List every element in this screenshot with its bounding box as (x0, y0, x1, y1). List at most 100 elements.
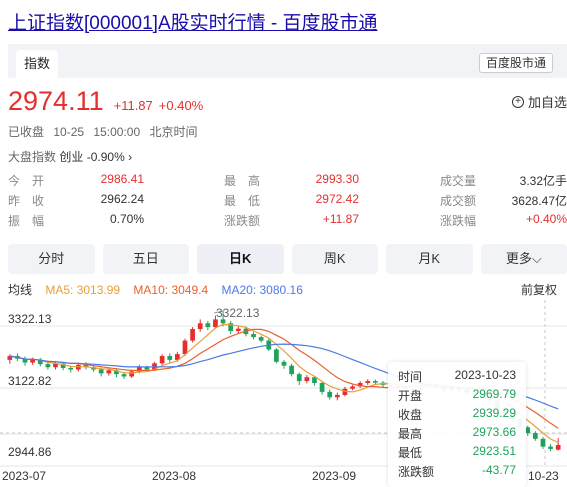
stat-label: 涨跌幅 (440, 214, 477, 228)
tooltip-label: 最低 (398, 446, 423, 460)
candle-body (182, 340, 188, 355)
candle-body (106, 370, 112, 374)
period-tabs: 分时 五日 日K 周K 月K 更多⌵ (8, 244, 567, 274)
current-price: 2974.11 (8, 86, 104, 116)
tooltip-row: 收盘 2939.29 (398, 406, 516, 425)
candle-body (190, 329, 195, 341)
candle-body (555, 445, 561, 450)
tooltip-label: 时间 (398, 370, 423, 384)
status-zone: 北京时间 (149, 125, 198, 139)
tooltip-label: 收盘 (398, 408, 423, 422)
market-status: 已收盘 10-25 15:00:00 北京时间 (8, 123, 203, 140)
stat-change: +11.87 (322, 212, 359, 226)
candle-body (258, 337, 264, 341)
candle-body (98, 369, 104, 374)
market-name: 创业 (59, 150, 84, 164)
candle-body (159, 356, 165, 364)
candle-body (129, 371, 135, 377)
tab-index[interactable]: 指数 (16, 50, 59, 78)
stat-label: 最 低 (224, 194, 261, 208)
y-tick-label: 2944.86 (8, 445, 52, 459)
ma-label: 均线 (8, 283, 33, 297)
candle-body (540, 438, 546, 447)
candle-body (365, 381, 371, 383)
candle-body (334, 394, 340, 398)
add-watchlist-label: 加自选 (527, 95, 567, 110)
tab-daily-k[interactable]: 日K (197, 244, 284, 274)
candle-body (68, 367, 74, 370)
candle-body (327, 391, 333, 398)
status-state: 已收盘 (8, 125, 45, 139)
stat-label: 最 高 (224, 174, 261, 188)
candle-body (167, 356, 173, 360)
stat-high: 2993.30 (315, 172, 359, 186)
candle-body (197, 323, 203, 330)
x-tick-label: 2023-08 (152, 469, 196, 483)
chevron-right-icon: › (128, 150, 133, 164)
market-index-line[interactable]: 大盘指数 创业 -0.90% › (8, 148, 132, 165)
stat-label: 今 开 (8, 174, 45, 188)
y-tick-label: 3322.13 (8, 312, 52, 326)
x-tick-label: 2023-07 (2, 469, 46, 483)
candle-body (281, 361, 287, 366)
stat-low: 2972.42 (315, 192, 359, 206)
candle-body (274, 349, 279, 362)
stats-grid: 今 开 2986.41 最 高 2993.30 成交量 3.32亿手 昨 收 2… (8, 172, 567, 232)
candle-body (350, 386, 355, 389)
adjust-mode-button[interactable]: 前复权 (521, 281, 557, 298)
candle-body (296, 374, 302, 382)
ma20-value: MA20: 3080.16 (221, 283, 303, 297)
stat-volume: 3.32亿手 (519, 174, 567, 188)
candle-body (213, 319, 218, 328)
candle-body (205, 323, 211, 328)
stats-row: 振 幅 0.70% 涨跌额 +11.87 涨跌幅 +0.40% (8, 212, 567, 232)
market-label: 大盘指数 (8, 150, 57, 164)
x-tick-label: 10-23 (528, 469, 559, 483)
candle-body (373, 381, 378, 383)
candle-body (53, 363, 58, 368)
market-value: -0.90% (86, 150, 125, 164)
ma10-value: MA10: 3049.4 (133, 283, 209, 297)
tooltip-row: 涨跌额 -43.77 (398, 463, 516, 482)
price-change: +11.87 (113, 98, 153, 113)
tab-more[interactable]: 更多⌵ (480, 244, 567, 274)
tab-weekly-k[interactable]: 周K (291, 244, 378, 274)
tooltip-label: 开盘 (398, 389, 423, 403)
tab-intraday[interactable]: 分时 (8, 244, 95, 274)
candle-body (304, 377, 310, 382)
candle-body (121, 374, 127, 377)
tab-five-day[interactable]: 五日 (102, 244, 189, 274)
candle-body (235, 328, 241, 331)
ma5-value: MA5: 3013.99 (45, 283, 121, 297)
stat-label: 涨跌额 (224, 214, 261, 228)
price-row: 2974.11 +11.87 +0.40% (8, 86, 203, 116)
candle-body (532, 433, 538, 439)
stat-change-pct: +0.40% (525, 212, 567, 226)
candle-tooltip: 时间 2023-10-23 开盘 2969.79 收盘 2939.29 最高 2… (388, 362, 526, 487)
candle-body (525, 427, 531, 434)
x-tick-label: 2023-09 (312, 469, 356, 483)
brand-badge[interactable]: 百度股市通 (478, 53, 553, 73)
candle-body (319, 383, 325, 392)
status-time: 15:00:00 (93, 125, 141, 139)
y-tick-label: 3122.82 (8, 374, 52, 388)
tooltip-low: 2923.51 (472, 444, 516, 458)
stats-row: 今 开 2986.41 最 高 2993.30 成交量 3.32亿手 (8, 172, 567, 192)
tooltip-time: 2023-10-23 (454, 368, 516, 382)
candle-body (312, 377, 317, 383)
tooltip-label: 涨跌额 (398, 465, 435, 479)
stat-amplitude: 0.70% (109, 212, 144, 226)
plus-circle-icon: + (511, 95, 524, 108)
add-watchlist-button[interactable]: + 加自选 (511, 92, 567, 111)
candle-body (45, 364, 51, 368)
tab-monthly-k[interactable]: 月K (386, 244, 473, 274)
stat-prev-close: 2962.24 (100, 192, 144, 206)
tooltip-label: 最高 (398, 427, 423, 441)
tooltip-close: 2939.29 (472, 406, 516, 420)
tooltip-row: 最高 2973.66 (398, 425, 516, 444)
max-marker-label: 3322.13 (216, 306, 260, 320)
page-title[interactable]: 上证指数[000001]A股实时行情 - 百度股市通 (8, 8, 378, 35)
tooltip-open: 2969.79 (472, 387, 516, 401)
ma-legend: 均线 MA5: 3013.99 MA10: 3049.4 MA20: 3080.… (8, 281, 567, 298)
tooltip-high: 2973.66 (472, 425, 516, 439)
